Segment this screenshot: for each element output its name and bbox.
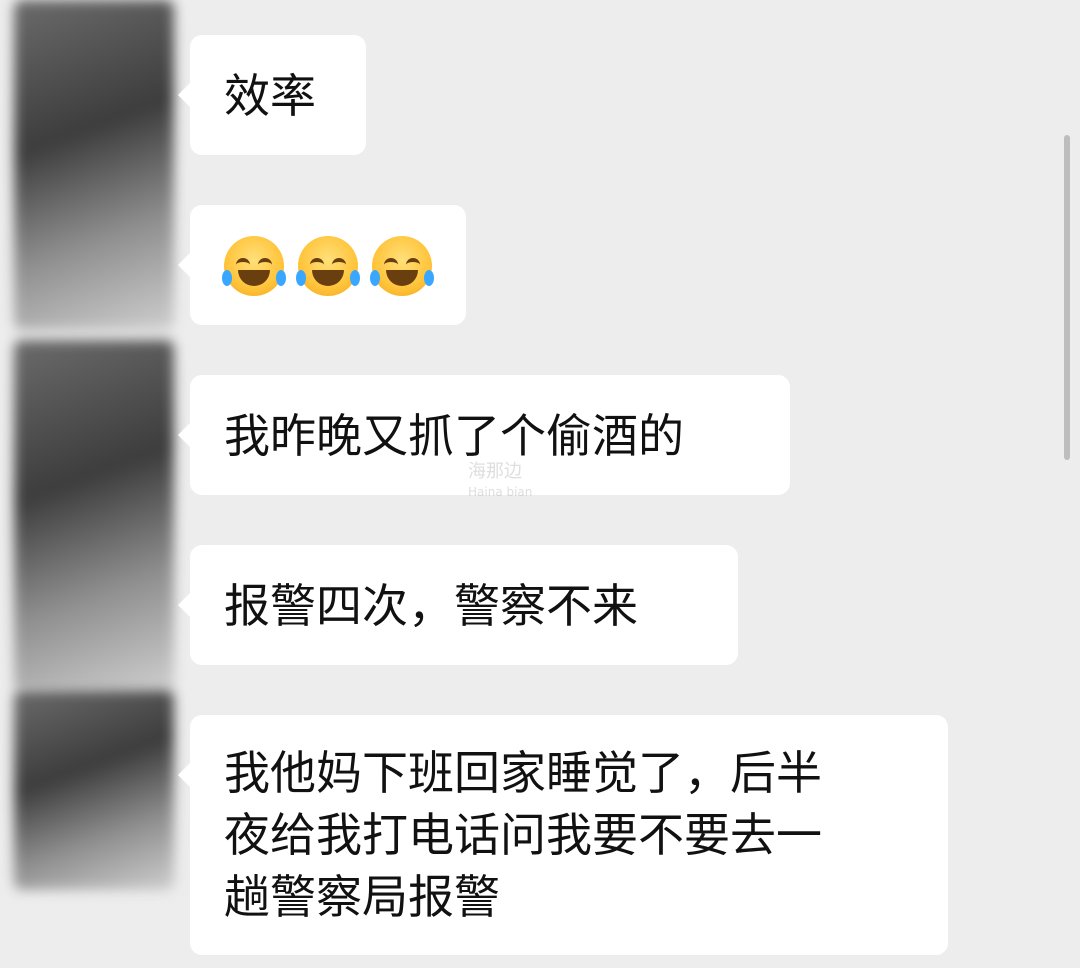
- watermark-sub: Haina bian: [468, 485, 533, 499]
- chat-conversation: 效率 我昨晚又抓了个偷酒的 报警四次，警察不来 我他妈下班回家睡觉了，后半 夜给…: [0, 0, 1080, 968]
- message-bubble[interactable]: [178, 205, 466, 325]
- message-text: 我他妈下班回家睡觉了，后半 夜给我打电话问我要不要去一 趟警察局报警: [224, 746, 822, 924]
- message-bubble[interactable]: 报警四次，警察不来: [178, 545, 738, 665]
- message-bubble[interactable]: 效率: [178, 35, 366, 155]
- message-text: 效率: [224, 69, 316, 123]
- message-bubble[interactable]: 我他妈下班回家睡觉了，后半 夜给我打电话问我要不要去一 趟警察局报警: [178, 715, 948, 955]
- joy-icon: [296, 236, 360, 296]
- emoji-row: [222, 235, 434, 297]
- avatar-blurred[interactable]: [14, 690, 174, 890]
- scrollbar[interactable]: [1064, 135, 1070, 460]
- avatar-blurred[interactable]: [14, 0, 174, 330]
- joy-icon: [222, 236, 286, 296]
- watermark: 海那边 Haina bian: [468, 462, 532, 502]
- watermark-main: 海那边: [468, 461, 522, 482]
- joy-icon: [370, 236, 434, 296]
- message-text: 我昨晚又抓了个偷酒的: [224, 409, 684, 463]
- avatar-blurred[interactable]: [14, 340, 174, 690]
- message-text: 报警四次，警察不来: [224, 579, 638, 633]
